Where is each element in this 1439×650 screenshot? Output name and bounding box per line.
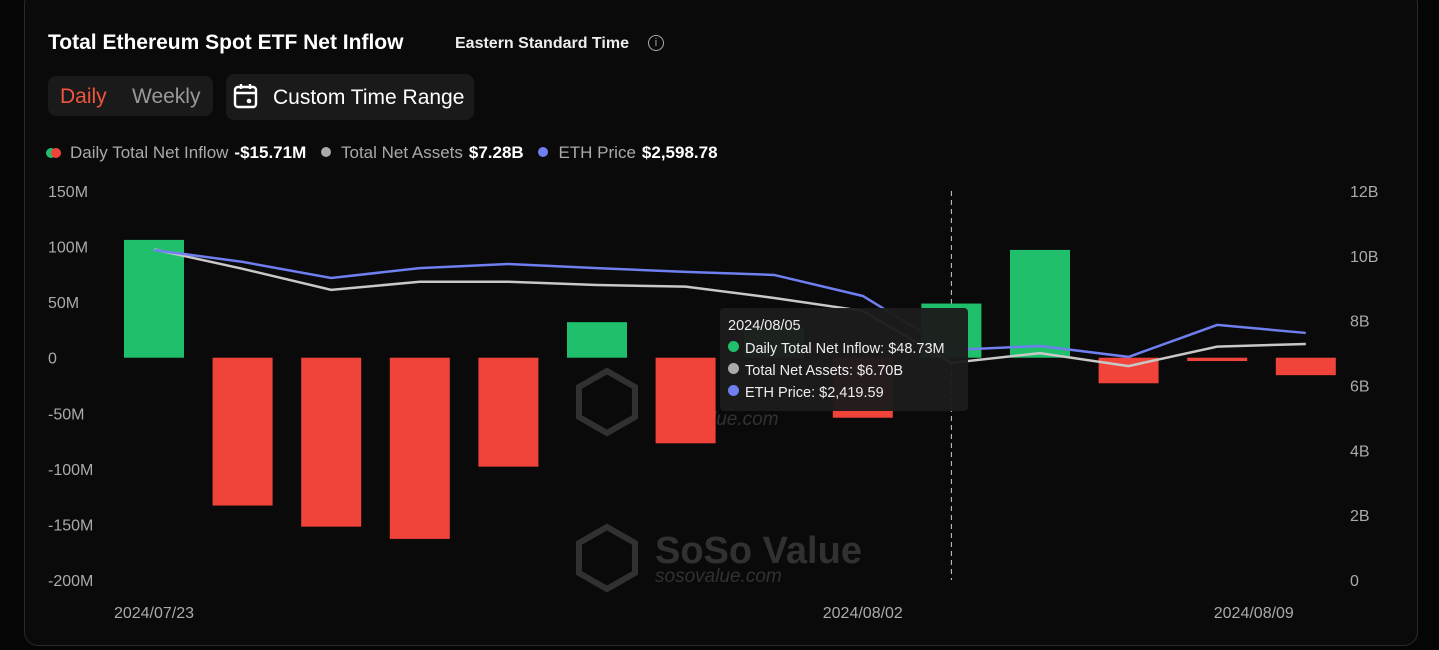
tooltip-price-dot: [728, 385, 739, 396]
inflow-bar: [212, 357, 273, 506]
left-axis-tick: -50M: [48, 406, 84, 423]
tooltip-inflow-label: Daily Total Net Inflow:: [745, 341, 885, 357]
tooltip-inflow-value: $48.73M: [888, 341, 945, 357]
tooltip-assets-value: $6.70B: [857, 363, 903, 379]
tooltip-inflow-dot: [728, 341, 739, 352]
tooltip-date: 2024/08/05: [728, 318, 801, 334]
inflow-bar: [301, 357, 362, 527]
left-axis-tick: -200M: [48, 573, 93, 590]
x-axis-tick: 2024/08/09: [1214, 605, 1294, 622]
tooltip-price-label: ETH Price:: [745, 385, 816, 401]
x-axis-tick: 2024/08/02: [823, 605, 903, 622]
right-axis-tick: 2B: [1350, 508, 1370, 525]
right-axis-tick: 10B: [1350, 249, 1378, 266]
left-axis-tick: -100M: [48, 462, 93, 479]
left-axis-tick: 100M: [48, 240, 88, 257]
right-axis-tick: 12B: [1350, 184, 1378, 201]
inflow-bar: [567, 322, 627, 358]
inflow-bar: [124, 239, 184, 358]
x-axis-tick: 2024/07/23: [114, 605, 194, 622]
tooltip-assets-dot: [728, 363, 739, 374]
inflow-bar: [655, 357, 716, 444]
tooltip-price-value: $2,419.59: [819, 385, 884, 401]
right-axis-tick: 6B: [1350, 379, 1370, 396]
inflow-bar: [1187, 357, 1248, 362]
left-axis-tick: -150M: [48, 517, 93, 534]
inflow-bar: [1275, 357, 1336, 376]
tooltip-assets-label: Total Net Assets:: [745, 363, 853, 379]
inflow-bar: [478, 357, 539, 467]
inflow-bar: [389, 357, 450, 539]
right-axis-tick: 0: [1350, 573, 1359, 590]
left-axis-tick: 50M: [48, 295, 79, 312]
inflow-bar: [1010, 249, 1070, 358]
left-axis-tick: 0: [48, 351, 57, 368]
right-axis-tick: 8B: [1350, 314, 1370, 331]
tooltip: 2024/08/05 Daily Total Net Inflow: $48.7…: [720, 308, 968, 411]
left-axis-tick: 150M: [48, 184, 88, 201]
right-axis-tick: 4B: [1350, 443, 1370, 460]
